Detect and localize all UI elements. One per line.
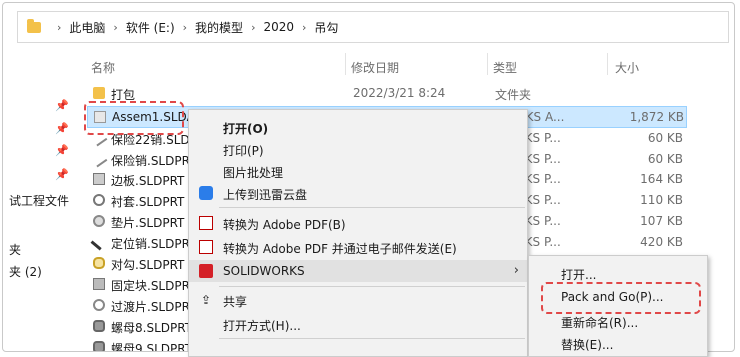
part-icon: [93, 299, 105, 311]
nav-item-folder[interactable]: 夹: [9, 241, 21, 258]
context-menu: 打开(O) 打印(P) 图片批处理 上传到迅雷云盘 转换为 Adobe PDF(…: [188, 109, 528, 357]
file-size: 164 KB: [640, 172, 683, 186]
part-icon: [93, 257, 105, 269]
menu-item-label: 转换为 Adobe PDF 并通过电子邮件发送(E): [223, 242, 457, 256]
breadcrumb-2020[interactable]: 2020: [263, 20, 294, 34]
menu-item-to-pdf[interactable]: 转换为 Adobe PDF(B): [189, 212, 527, 234]
file-name: 固定块.SLDPRT: [111, 279, 197, 293]
file-row[interactable]: 打包 2022/3/21 8:24 文件夹: [87, 83, 687, 103]
part-icon: [93, 320, 105, 332]
folder-icon: [27, 18, 41, 33]
file-name: 垫片.SLDPRT: [111, 216, 185, 230]
breadcrumb-drive[interactable]: 软件 (E:): [126, 19, 175, 36]
menu-item-label: SOLIDWORKS: [223, 264, 305, 278]
menu-item-label: 打开(O): [223, 122, 269, 136]
file-name: 衬套.SLDPRT: [111, 195, 185, 209]
menu-item-share[interactable]: ⇪ 共享: [189, 289, 527, 311]
share-icon: ⇪: [200, 293, 212, 307]
breadcrumb-current[interactable]: 吊勾: [314, 19, 338, 36]
chevron-right-icon: ›: [57, 20, 62, 34]
file-name: 螺母9.SLDPRT: [111, 342, 193, 352]
menu-item-label: 上传到迅雷云盘: [223, 188, 308, 202]
file-size: 1,872 KB: [629, 110, 684, 124]
pin-icon[interactable]: 📌: [55, 144, 69, 157]
column-header-type[interactable]: 类型: [493, 59, 517, 76]
part-icon: [93, 341, 105, 351]
menu-item-label: 打印(P): [223, 144, 264, 158]
part-icon: [93, 173, 105, 185]
chevron-right-icon[interactable]: ›: [302, 21, 306, 34]
file-date: 2022/3/21 8:24: [353, 86, 446, 100]
menu-separator: [219, 207, 525, 208]
menu-item-label: 图片批处理: [223, 166, 284, 180]
column-header-date[interactable]: 修改日期: [351, 59, 399, 76]
breadcrumb: › 此电脑 › 软件 (E:) › 我的模型 › 2020 › 吊勾: [49, 19, 338, 36]
menu-item-label: 打开方式(H)...: [223, 319, 301, 333]
nav-item-folder-2[interactable]: 夹 (2): [9, 263, 42, 280]
column-header-name[interactable]: 名称: [91, 59, 115, 76]
chevron-right-icon[interactable]: ›: [113, 21, 117, 34]
menu-item-open-with[interactable]: 打开方式(H)...: [189, 313, 527, 335]
navigation-pane: 📌 📌 📌 📌 试工程文件 夹 夹 (2): [3, 47, 81, 351]
pin-icon[interactable]: 📌: [55, 168, 69, 181]
part-icon: [93, 194, 105, 206]
menu-item-label: 转换为 Adobe PDF(B): [223, 218, 346, 232]
file-name: 过渡片.SLDPRT: [111, 300, 197, 314]
part-icon: [93, 215, 105, 227]
file-name: 定位销.SLDPRT: [111, 237, 197, 251]
column-divider[interactable]: [487, 53, 488, 75]
folder-icon: [93, 87, 105, 99]
address-bar[interactable]: › 此电脑 › 软件 (E:) › 我的模型 › 2020 › 吊勾: [17, 11, 729, 43]
menu-separator: [219, 338, 525, 339]
highlight-pack-and-go: [541, 282, 701, 314]
menu-item-upload-cloud[interactable]: 上传到迅雷云盘: [189, 182, 527, 204]
menu-item-label: 共享: [223, 295, 248, 309]
part-icon: [90, 150, 108, 168]
pin-icon[interactable]: 📌: [55, 99, 69, 112]
breadcrumb-my-models[interactable]: 我的模型: [195, 19, 243, 36]
file-size: 420 KB: [640, 235, 683, 249]
part-icon: [90, 233, 108, 251]
chevron-right-icon[interactable]: ›: [183, 21, 187, 34]
submenu-item-open[interactable]: 打开...: [529, 262, 707, 284]
file-size: 110 KB: [640, 193, 683, 207]
menu-item-to-pdf-email[interactable]: 转换为 Adobe PDF 并通过电子邮件发送(E): [189, 236, 527, 258]
nav-item-test-project[interactable]: 试工程文件: [9, 192, 69, 209]
part-icon: [93, 278, 105, 290]
pin-icon[interactable]: 📌: [55, 122, 69, 135]
file-size: 60 KB: [647, 152, 683, 166]
file-type: 文件夹: [495, 88, 532, 102]
chevron-right-icon[interactable]: ›: [251, 21, 255, 34]
submenu-item-label: 替换(E)...: [561, 338, 614, 352]
submenu-item-label: 打开...: [561, 268, 597, 282]
breadcrumb-this-pc[interactable]: 此电脑: [69, 19, 105, 36]
menu-item-solidworks[interactable]: SOLIDWORKS ›: [189, 260, 527, 282]
file-name: 保险销.SLDPRT: [111, 154, 197, 168]
menu-item-open[interactable]: 打开(O): [189, 116, 527, 138]
file-name: 螺母8.SLDPRT: [111, 321, 193, 335]
adobe-pdf-email-icon: [199, 240, 213, 254]
chevron-right-icon: ›: [513, 263, 519, 278]
submenu-item-replace[interactable]: 替换(E)...: [529, 332, 707, 354]
menu-item-batch-image[interactable]: 图片批处理: [189, 160, 527, 182]
column-header-size[interactable]: 大小: [615, 59, 639, 76]
column-divider[interactable]: [345, 53, 346, 75]
file-size: 107 KB: [640, 214, 683, 228]
menu-item-print[interactable]: 打印(P): [189, 138, 527, 160]
file-name: 对勾.SLDPRT: [111, 258, 185, 272]
highlight-selected-file: [84, 101, 184, 135]
file-name: 边板.SLDPRT: [111, 174, 185, 188]
adobe-pdf-icon: [199, 216, 213, 230]
file-size: 60 KB: [647, 131, 683, 145]
column-divider[interactable]: [607, 53, 608, 75]
submenu-item-label: 重新命名(R)...: [561, 316, 639, 330]
menu-separator: [219, 286, 525, 287]
solidworks-icon: [199, 264, 213, 278]
xunlei-cloud-icon: [199, 186, 213, 200]
